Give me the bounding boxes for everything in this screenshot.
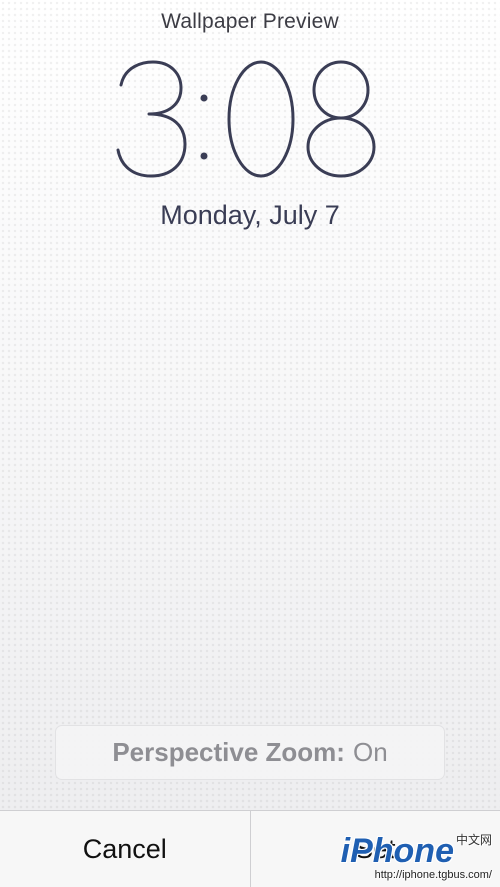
digit-8-top: [312, 60, 370, 120]
watermark-logo: iPhone: [340, 832, 454, 870]
clock-digits: [116, 60, 376, 178]
cancel-button[interactable]: Cancel: [0, 811, 250, 887]
perspective-zoom-label: Perspective Zoom:: [112, 737, 345, 767]
digit-8-bottom: [306, 116, 376, 178]
colon-bottom: [200, 152, 208, 160]
digit-3: [116, 60, 187, 178]
wallpaper-preview-screen: Wallpaper Preview Monday, July 7 Perspec…: [0, 0, 500, 887]
lockscreen-clock: [0, 60, 500, 190]
digit-0: [227, 60, 295, 178]
lockscreen-date: Monday, July 7: [160, 200, 340, 230]
perspective-zoom-value: On: [352, 737, 388, 767]
watermark-url: http://iphone.tgbus.com/: [374, 869, 492, 881]
watermark: iPhone 中文网 http://iphone.tgbus.com/: [341, 831, 492, 881]
watermark-cn: 中文网: [455, 833, 492, 847]
page-title: Wallpaper Preview: [161, 10, 339, 33]
perspective-zoom-toggle[interactable]: Perspective Zoom: On: [55, 725, 445, 780]
colon-top: [200, 94, 208, 102]
